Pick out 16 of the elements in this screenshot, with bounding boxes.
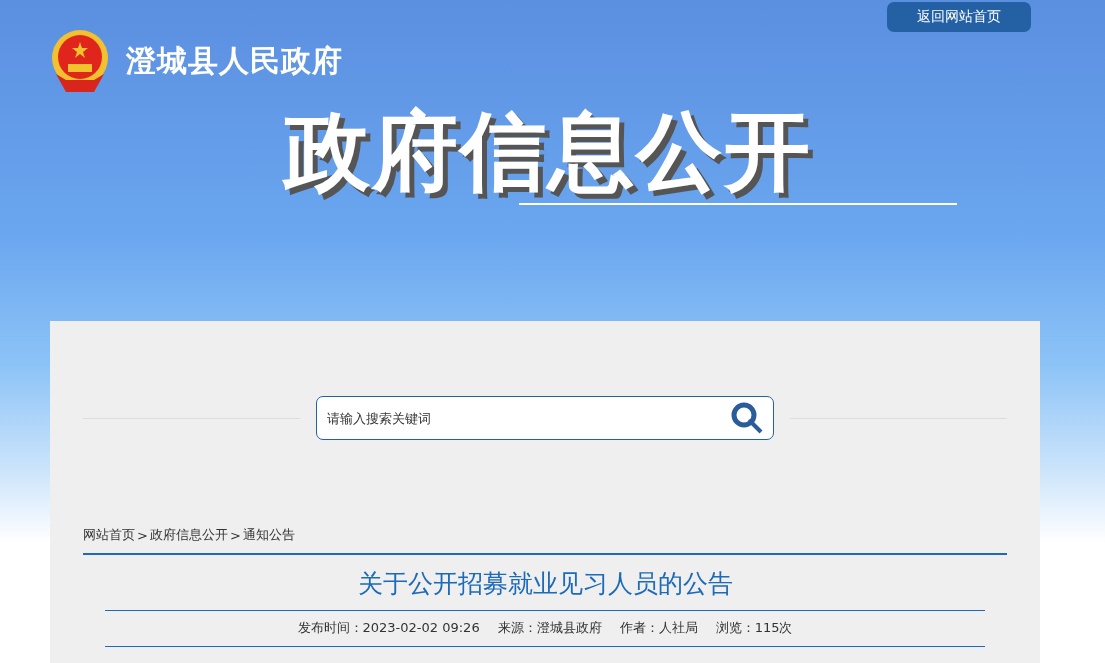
search-field[interactable]: 请输入搜索关键词 (316, 396, 774, 440)
breadcrumb-link[interactable]: 政府信息公开 (149, 526, 228, 544)
site-name: 澄城县人民政府 (126, 41, 343, 80)
breadcrumb-separator: > (229, 527, 241, 543)
meta-info: 浏览：115次 (715, 619, 793, 637)
article-title: 关于公开招募就业见习人员的公告 (105, 567, 985, 611)
meta-info: 来源：澄城县政府 (497, 619, 602, 637)
meta-info: 作者：人社局 (619, 619, 698, 637)
breadcrumb-separator: > (137, 527, 148, 543)
breadcrumb-link[interactable]: 网站首页 (83, 526, 135, 544)
emblem-icon (50, 28, 110, 94)
meta-info: 发布时间：2023-02-02 09:26 (297, 619, 480, 637)
home-button[interactable]: 返回网站首页 (887, 2, 1031, 32)
search-icon[interactable] (730, 401, 764, 435)
breadcrumb-link[interactable]: 通知公告 (242, 526, 295, 544)
banner-title: 政府信息公开 (283, 104, 812, 199)
